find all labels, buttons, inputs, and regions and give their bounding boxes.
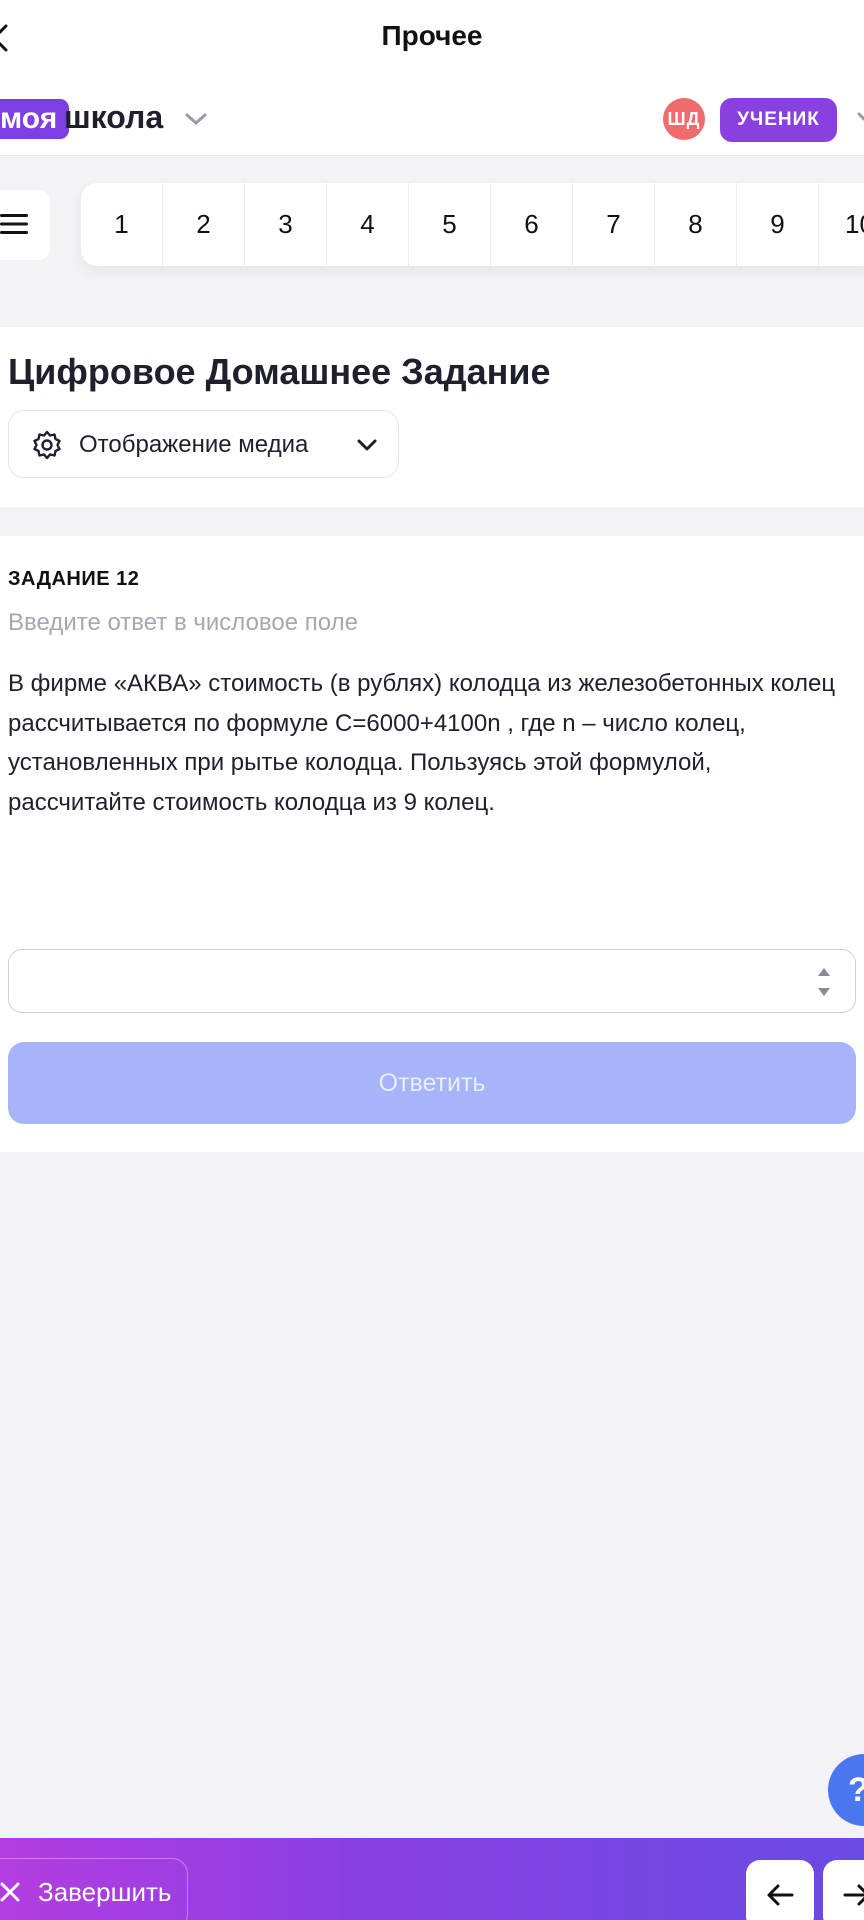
page-title: Прочее [381, 20, 483, 51]
question-number-2[interactable]: 2 [163, 183, 245, 266]
logo-text[interactable]: школа [64, 97, 163, 137]
question-navigator: 1 2 3 4 5 6 7 8 9 10 [81, 183, 864, 266]
avatar[interactable]: ШД [663, 98, 705, 140]
chevron-down-icon [357, 439, 377, 451]
question-number-6[interactable]: 6 [491, 183, 573, 266]
media-display-dropdown[interactable]: Отображение медиа [8, 410, 399, 478]
arrow-right-icon [843, 1884, 864, 1906]
number-stepper-icon[interactable] [817, 965, 831, 999]
answer-number-field[interactable] [8, 949, 856, 1013]
question-number-7[interactable]: 7 [573, 183, 655, 266]
question-number-9[interactable]: 9 [737, 183, 819, 266]
task-card: ЗАДАНИЕ 12 Введите ответ в числовое поле… [0, 536, 864, 1152]
hamburger-icon [0, 214, 28, 234]
task-hint: Введите ответ в числовое поле [8, 609, 358, 636]
task-text: В фирме «АКВА» стоимость (в рублях) коло… [8, 670, 836, 816]
question-number-8[interactable]: 8 [655, 183, 737, 266]
brand-header: моя школа ШД УЧЕНИК [0, 78, 864, 156]
homework-header-card: Цифровое Домашнее Задание Отображение ме… [0, 327, 864, 507]
task-number-label: ЗАДАНИЕ 12 [8, 568, 140, 590]
question-number-1[interactable]: 1 [81, 183, 163, 266]
chevron-down-icon[interactable] [856, 108, 864, 128]
media-display-label: Отображение медиа [79, 431, 309, 458]
title-bar: Прочее [0, 0, 864, 78]
finish-label: Завершить [38, 1877, 172, 1907]
logo-mark[interactable]: моя [0, 99, 70, 139]
role-badge[interactable]: УЧЕНИК [720, 98, 837, 142]
finish-button[interactable]: Завершить [0, 1858, 188, 1920]
chevron-down-icon[interactable] [182, 108, 210, 130]
homework-title: Цифровое Домашнее Задание [8, 351, 551, 392]
menu-button[interactable] [0, 190, 50, 260]
question-number-5[interactable]: 5 [409, 183, 491, 266]
close-icon [0, 1882, 20, 1902]
next-question-button[interactable] [823, 1860, 864, 1920]
previous-question-button[interactable] [746, 1860, 814, 1920]
bottom-action-bar: Завершить [0, 1838, 864, 1920]
arrow-left-icon [767, 1884, 794, 1906]
gear-icon [33, 430, 61, 460]
submit-answer-button[interactable]: Ответить [8, 1042, 856, 1124]
answer-input[interactable] [9, 950, 789, 1010]
question-number-10[interactable]: 10 [819, 183, 864, 266]
help-button[interactable]: ? [828, 1754, 864, 1826]
app-screen: Прочее моя школа ШД УЧЕНИК 1 2 3 4 5 6 7… [0, 0, 864, 1920]
question-number-4[interactable]: 4 [327, 183, 409, 266]
question-number-3[interactable]: 3 [245, 183, 327, 266]
